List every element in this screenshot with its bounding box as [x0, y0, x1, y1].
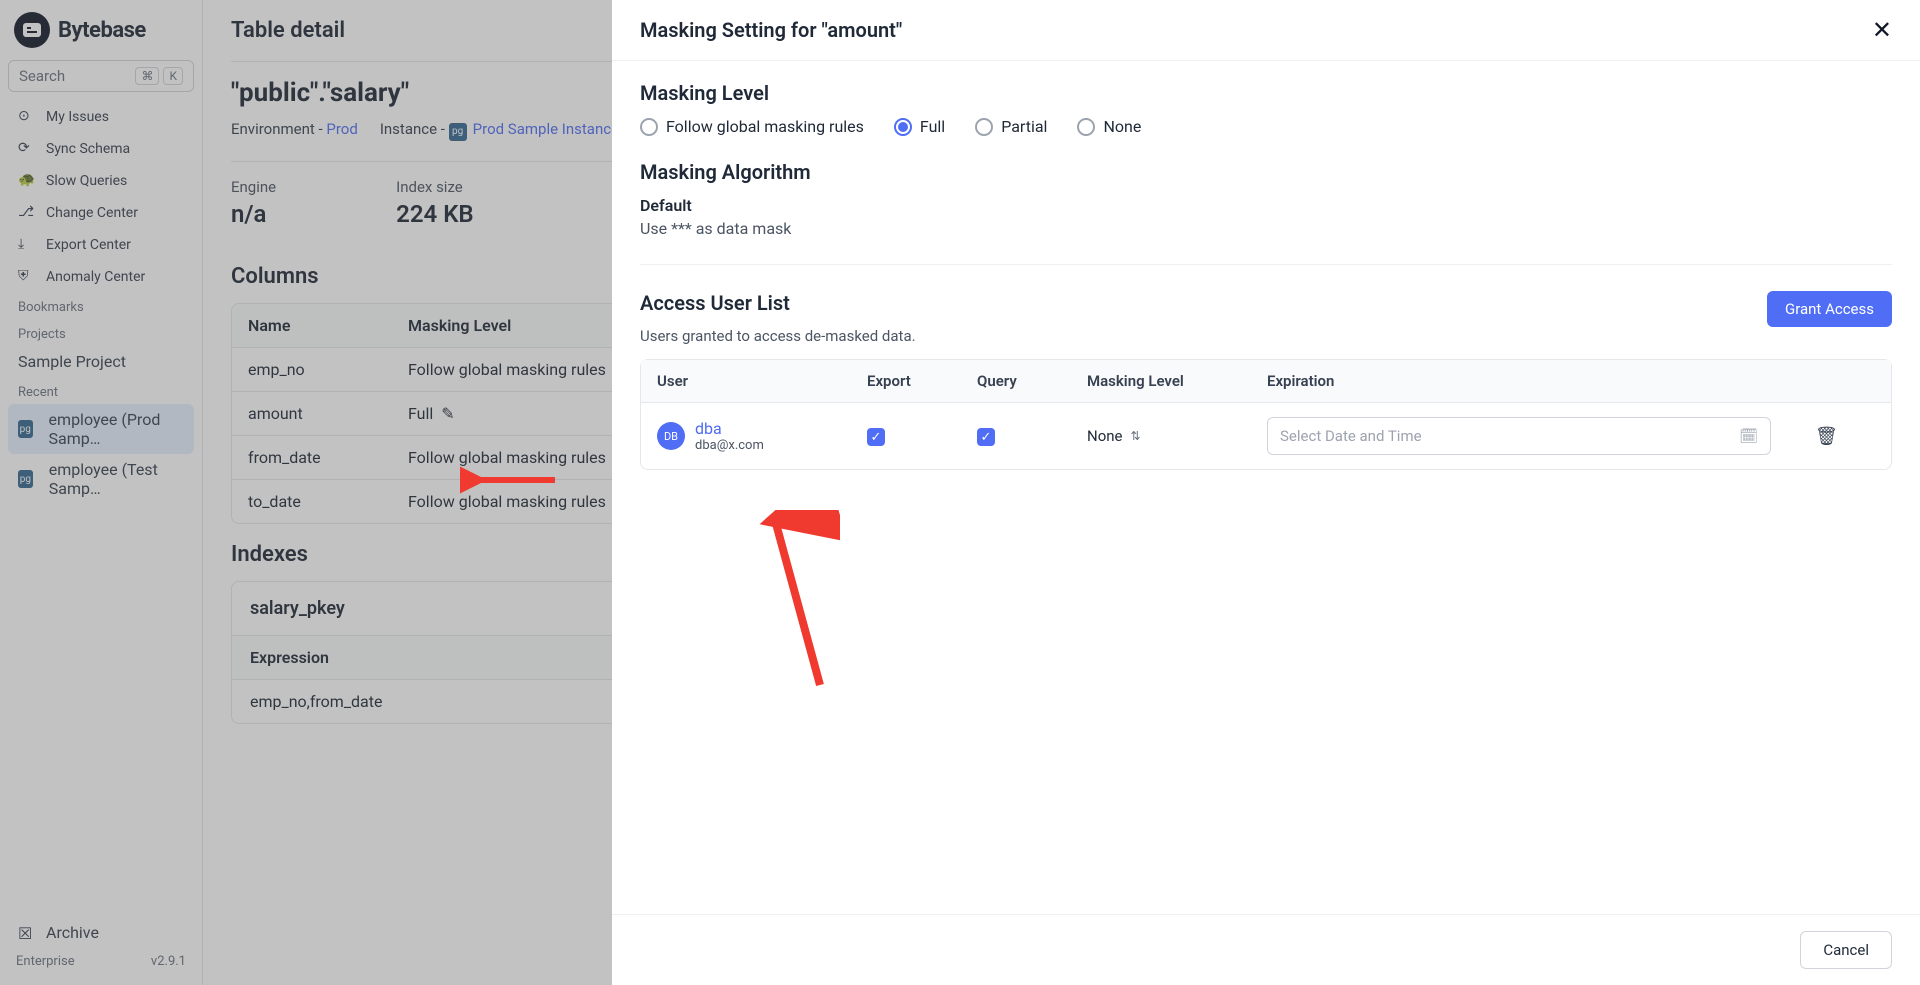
hdr-export: Export: [867, 372, 977, 390]
user-name-link[interactable]: dba: [695, 419, 764, 438]
radio-follow[interactable]: Follow global masking rules: [640, 117, 864, 136]
algo-title: Masking Algorithm: [640, 160, 1892, 184]
cancel-button[interactable]: Cancel: [1800, 931, 1892, 969]
hdr-mask: Masking Level: [1087, 372, 1267, 390]
user-email: dba@x.com: [695, 438, 764, 453]
algo-default: Default: [640, 196, 1892, 215]
access-sub: Users granted to access de-masked data.: [640, 327, 916, 345]
masking-level-title: Masking Level: [640, 81, 1892, 105]
export-checkbox[interactable]: ✓: [867, 428, 885, 446]
query-checkbox[interactable]: ✓: [977, 428, 995, 446]
radio-icon: [894, 118, 912, 136]
avatar: DB: [657, 422, 685, 450]
masking-level-select[interactable]: None⇅: [1087, 427, 1267, 445]
user-row: DB dba dba@x.com ✓ ✓ None⇅ Select Date a…: [641, 403, 1891, 469]
radio-icon: [640, 118, 658, 136]
radio-icon: [975, 118, 993, 136]
delete-icon[interactable]: 🗑: [1815, 426, 1838, 447]
radio-full[interactable]: Full: [894, 117, 945, 136]
hdr-user: User: [657, 372, 867, 390]
access-title: Access User List: [640, 291, 916, 315]
grant-access-button[interactable]: Grant Access: [1767, 291, 1892, 327]
radio-icon: [1077, 118, 1095, 136]
chevron-updown-icon: ⇅: [1131, 429, 1141, 443]
algo-desc: Use *** as data mask: [640, 219, 1892, 238]
calendar-icon: 🗓: [1739, 427, 1758, 445]
radio-partial[interactable]: Partial: [975, 117, 1047, 136]
close-icon[interactable]: ✕: [1872, 16, 1892, 44]
expiration-input[interactable]: Select Date and Time🗓: [1267, 417, 1771, 455]
hdr-query: Query: [977, 372, 1087, 390]
masking-drawer: Masking Setting for "amount" ✕ Masking L…: [612, 0, 1920, 985]
drawer-overlay[interactable]: Masking Setting for "amount" ✕ Masking L…: [0, 0, 1920, 985]
drawer-title: Masking Setting for "amount": [640, 18, 902, 42]
radio-none[interactable]: None: [1077, 117, 1141, 136]
hdr-exp: Expiration: [1267, 372, 1815, 390]
